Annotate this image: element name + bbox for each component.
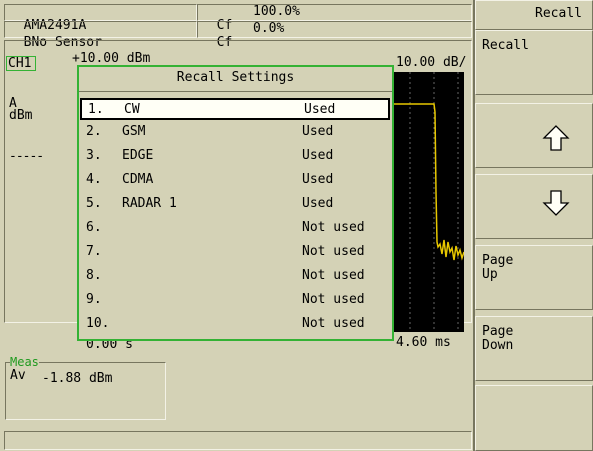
recall-item-1[interactable]: 1. CW Used (80, 98, 390, 120)
softkey-blank (475, 385, 593, 451)
meas-label: Meas (10, 355, 39, 369)
cf-a-box: Cf 100.0% (197, 4, 472, 33)
trace-waveform (394, 72, 464, 332)
page-up-softkey[interactable]: Page Up (475, 245, 593, 310)
cf-b-box: Cf 0.0% (197, 21, 472, 50)
cf-a-value: 100.0% (253, 4, 300, 19)
unit-label: dBm (9, 108, 33, 123)
recall-softkey-label: Recall (482, 38, 529, 53)
marker-line-legend: ----- (9, 149, 44, 164)
page-up-label-1: Page (482, 253, 514, 268)
recall-item-4[interactable]: 4. CDMA Used (80, 170, 390, 192)
meas-value: -1.88 dBm (42, 371, 113, 386)
sensor-b-box: BNo Sensor (4, 21, 197, 50)
top-right-scale: 10.00 dB/ (396, 55, 467, 70)
sensor-a-box: AMA2491A (4, 4, 197, 33)
dialog-title-divider (79, 91, 392, 92)
up-arrow-icon (542, 125, 570, 151)
bottom-right-time: 4.60 ms (396, 335, 451, 350)
recall-item-7[interactable]: 7. Not used (80, 242, 390, 264)
recall-item-9[interactable]: 9. Not used (80, 290, 390, 312)
recall-item-2[interactable]: 2. GSM Used (80, 122, 390, 144)
recall-item-10[interactable]: 10. Not used (80, 314, 390, 336)
softkey-menu-title: Recall (475, 0, 593, 30)
dialog-title: Recall Settings (176, 70, 295, 85)
up-softkey[interactable] (475, 103, 593, 168)
page-up-label-2: Up (482, 267, 498, 282)
channel-tag[interactable]: CH1 (6, 56, 36, 71)
message-bar (4, 431, 472, 450)
recall-item-3[interactable]: 3. EDGE Used (80, 146, 390, 168)
down-arrow-icon (542, 190, 570, 216)
channel-label: CH1 (8, 56, 32, 71)
cf-b-value: 0.0% (253, 21, 285, 36)
page-down-label-1: Page (482, 324, 514, 339)
graph-area (394, 72, 464, 332)
recall-softkey[interactable]: Recall (475, 30, 593, 95)
top-left-scale: +10.00 dBm (72, 51, 151, 66)
recall-item-8[interactable]: 8. Not used (80, 266, 390, 288)
recall-item-6[interactable]: 6. Not used (80, 218, 390, 240)
down-softkey[interactable] (475, 174, 593, 239)
recall-item-5[interactable]: 5. RADAR 1 Used (80, 194, 390, 216)
page-down-softkey[interactable]: Page Down (475, 316, 593, 381)
page-down-label-2: Down (482, 338, 514, 353)
meas-mode: Av (10, 368, 26, 383)
